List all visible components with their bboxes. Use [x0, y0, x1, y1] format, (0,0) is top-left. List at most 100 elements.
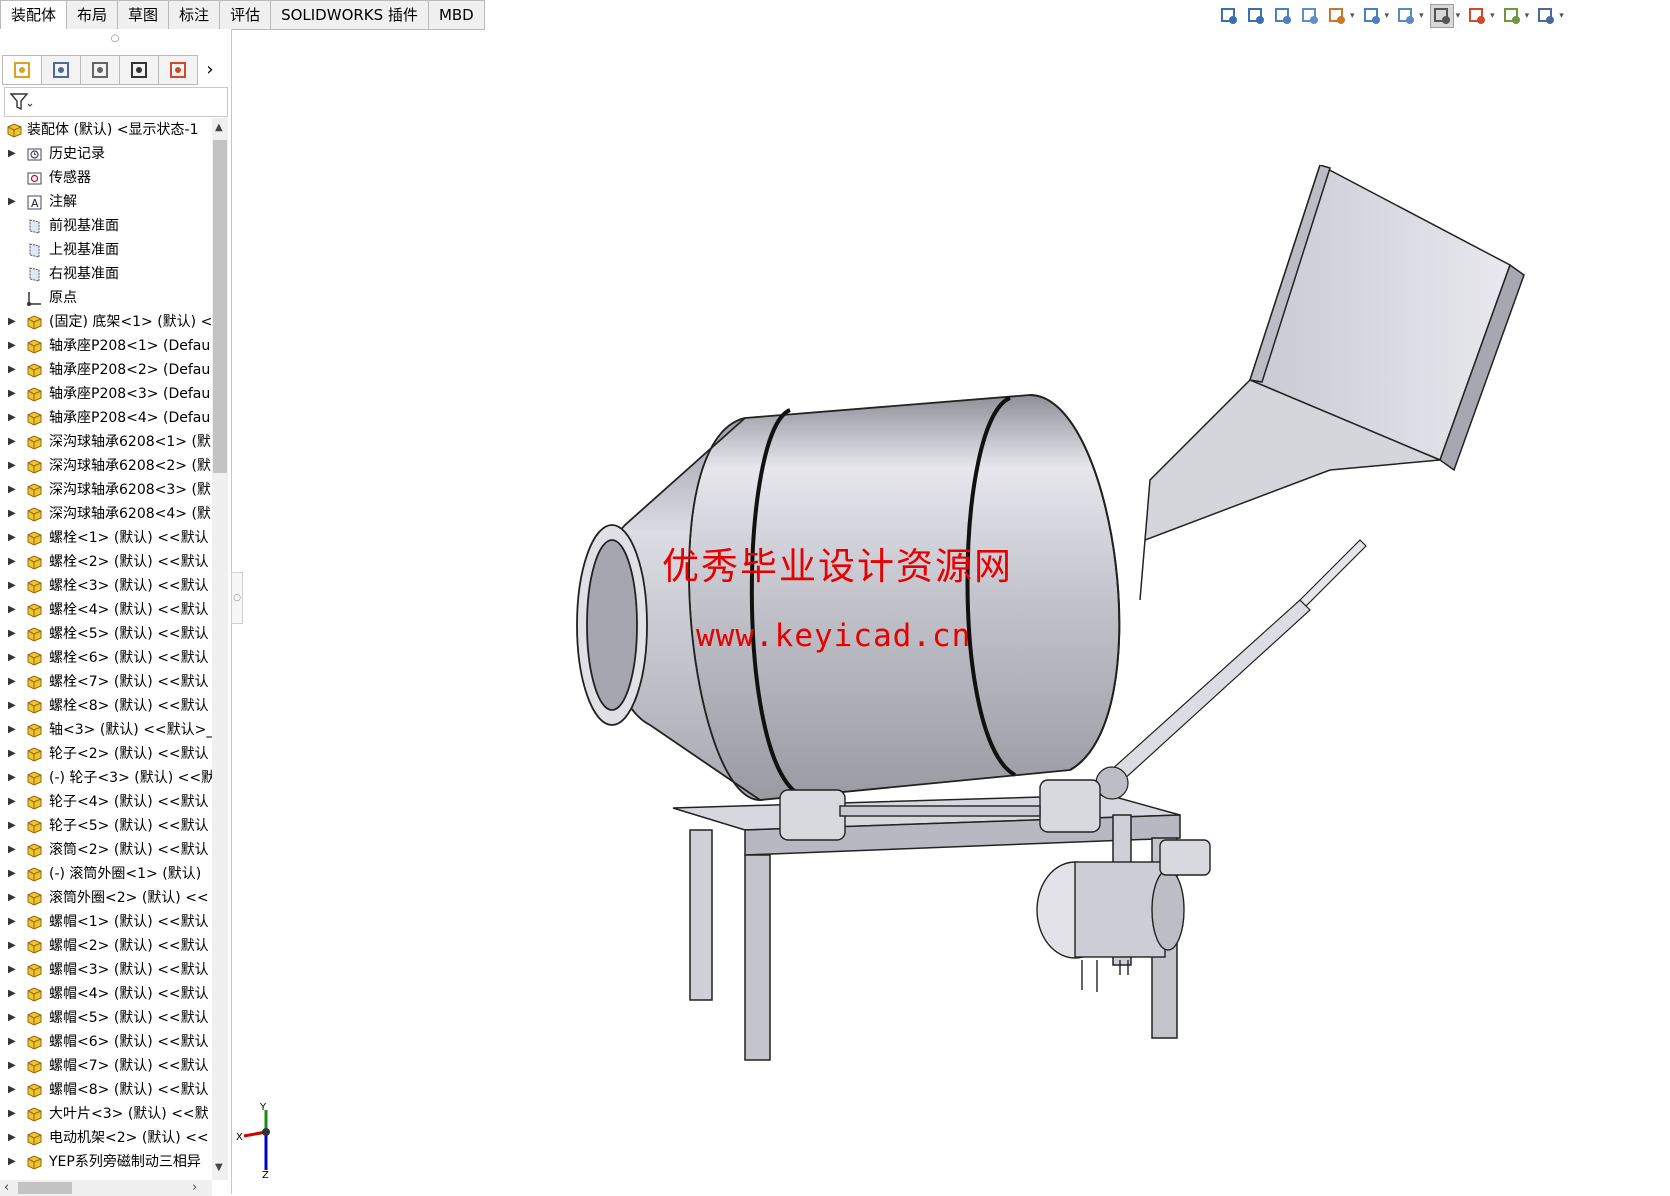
dynamic-annotation-icon[interactable] [1326, 5, 1348, 27]
tree-item[interactable]: ▶ 螺栓<4> (默认) <<默认 [0, 598, 212, 622]
tree-item[interactable]: ▶ 电动机架<2> (默认) << [0, 1126, 212, 1150]
expand-arrow-icon[interactable]: ▶ [8, 406, 16, 430]
tree-item[interactable]: ▶ 轴<3> (默认) <<默认>_ [0, 718, 212, 742]
tree-item[interactable]: ▶ 螺帽<5> (默认) <<默认 [0, 1006, 212, 1030]
expand-arrow-icon[interactable]: ▶ [8, 790, 16, 814]
horizontal-scroll-thumb[interactable] [18, 1182, 72, 1194]
expand-arrow-icon[interactable]: ▶ [8, 334, 16, 358]
expand-arrow-icon[interactable]: ▶ [8, 886, 16, 910]
tree-item[interactable]: ▶ 螺栓<8> (默认) <<默认 [0, 694, 212, 718]
expand-arrow-icon[interactable]: ▶ [8, 622, 16, 646]
tree-item[interactable]: ▶ 螺栓<6> (默认) <<默认 [0, 646, 212, 670]
tree-root-assembly[interactable]: 装配体 (默认) <显示状态-1 [0, 118, 212, 142]
zoom-to-area-icon[interactable] [1245, 5, 1267, 27]
expand-arrow-icon[interactable]: ▶ [8, 862, 16, 886]
filter-bar[interactable] [4, 87, 228, 117]
expand-arrow-icon[interactable]: ▶ [8, 670, 16, 694]
expand-arrow-icon[interactable]: ▶ [8, 766, 16, 790]
tree-item[interactable]: ▶ 螺帽<7> (默认) <<默认 [0, 1054, 212, 1078]
tree-item[interactable]: 前视基准面 [0, 214, 212, 238]
expand-arrow-icon[interactable]: ▶ [8, 1102, 16, 1126]
tree-item[interactable]: ▶ YEP系列旁磁制动三相异 [0, 1150, 212, 1174]
expand-arrow-icon[interactable]: ▶ [8, 694, 16, 718]
expand-arrow-icon[interactable]: ▶ [8, 718, 16, 742]
tree-item[interactable]: ▶ 深沟球轴承6208<1> (默 [0, 430, 212, 454]
more-tabs-chevron-icon[interactable]: › [198, 55, 222, 83]
tab-1[interactable]: 布局 [67, 0, 119, 30]
apply-scene-icon[interactable] [1501, 5, 1523, 27]
display-style-icon[interactable] [1395, 5, 1417, 27]
tree-item[interactable]: 上视基准面 [0, 238, 212, 262]
tree-item[interactable]: ▶ 螺栓<5> (默认) <<默认 [0, 622, 212, 646]
tree-item[interactable]: ▶ 螺帽<8> (默认) <<默认 [0, 1078, 212, 1102]
tab-4[interactable]: 评估 [220, 0, 272, 30]
tree-item[interactable]: ▶ 螺栓<7> (默认) <<默认 [0, 670, 212, 694]
vertical-scroll-thumb[interactable] [213, 140, 227, 473]
hide-show-items-icon[interactable] [1429, 4, 1454, 28]
displaymanager-tab[interactable] [159, 55, 198, 85]
expand-arrow-icon[interactable]: ▶ [8, 1150, 16, 1174]
tree-item[interactable]: ▶ 大叶片<3> (默认) <<默 [0, 1102, 212, 1126]
expand-arrow-icon[interactable]: ▶ [8, 526, 16, 550]
tree-item[interactable]: ▶ 轴承座P208<2> (Defau [0, 358, 212, 382]
tree-item[interactable]: ▶ 深沟球轴承6208<3> (默 [0, 478, 212, 502]
expand-arrow-icon[interactable]: ▶ [8, 958, 16, 982]
tab-0[interactable]: 装配体 [0, 0, 68, 30]
filter-icon[interactable] [9, 92, 33, 112]
tree-item[interactable]: 传感器 [0, 166, 212, 190]
zoom-to-fit-icon[interactable] [1218, 5, 1240, 27]
dropdown-caret-icon[interactable]: ▾ [1525, 11, 1530, 21]
tree-item[interactable]: ▶ 深沟球轴承6208<2> (默 [0, 454, 212, 478]
propertymanager-tab[interactable] [42, 55, 81, 85]
panel-grip[interactable]: ○ [0, 29, 230, 49]
expand-arrow-icon[interactable]: ▶ [8, 742, 16, 766]
featuremanager-tab[interactable] [2, 55, 42, 85]
tree-item[interactable]: ▶ (-) 轮子<3> (默认) <<默 [0, 766, 212, 790]
tree-item[interactable]: ▶ 轮子<4> (默认) <<默认 [0, 790, 212, 814]
tree-item[interactable]: ▶ 螺帽<3> (默认) <<默认 [0, 958, 212, 982]
tree-item[interactable]: ▶ 轴承座P208<3> (Defau [0, 382, 212, 406]
tab-3[interactable]: 标注 [169, 0, 221, 30]
expand-arrow-icon[interactable]: ▶ [8, 598, 16, 622]
panel-splitter[interactable]: ○ [231, 572, 243, 624]
expand-arrow-icon[interactable]: ▶ [8, 910, 16, 934]
dropdown-caret-icon[interactable]: ▾ [1490, 11, 1495, 21]
scroll-up-icon[interactable]: ▲ [215, 122, 223, 133]
dropdown-caret-icon[interactable]: ▾ [1385, 11, 1390, 21]
tree-item[interactable]: 右视基准面 [0, 262, 212, 286]
tree-item[interactable]: ▶ 螺帽<2> (默认) <<默认 [0, 934, 212, 958]
previous-view-icon[interactable] [1272, 5, 1294, 27]
expand-arrow-icon[interactable]: ▶ [8, 454, 16, 478]
expand-arrow-icon[interactable]: ▶ [8, 358, 16, 382]
tree-item[interactable]: 原点 [0, 286, 212, 310]
tree-item[interactable]: ▶ 螺栓<3> (默认) <<默认 [0, 574, 212, 598]
tree-item[interactable]: ▶ 轮子<2> (默认) <<默认 [0, 742, 212, 766]
edit-appearance-icon[interactable] [1466, 5, 1488, 27]
expand-arrow-icon[interactable]: ▶ [8, 838, 16, 862]
tree-item[interactable]: ▶ 深沟球轴承6208<4> (默 [0, 502, 212, 526]
tree-item[interactable]: ▶ A 注解 [0, 190, 212, 214]
tree-item[interactable]: ▶ 轴承座P208<1> (Defau [0, 334, 212, 358]
dropdown-caret-icon[interactable]: ▾ [1559, 11, 1564, 21]
configurationmanager-tab[interactable] [81, 55, 120, 85]
expand-arrow-icon[interactable]: ▶ [8, 1054, 16, 1078]
view-settings-icon[interactable] [1535, 5, 1557, 27]
tree-item[interactable]: ▶ 螺帽<6> (默认) <<默认 [0, 1030, 212, 1054]
dimxpertmanager-tab[interactable] [120, 55, 159, 85]
scroll-down-icon[interactable]: ▼ [215, 1162, 223, 1173]
expand-arrow-icon[interactable]: ▶ [8, 982, 16, 1006]
expand-arrow-icon[interactable]: ▶ [8, 1078, 16, 1102]
tree-item[interactable]: ▶ 滚筒外圈<2> (默认) << [0, 886, 212, 910]
dropdown-caret-icon[interactable]: ▾ [1350, 11, 1355, 21]
tab-6[interactable]: MBD [428, 0, 485, 30]
tree-item[interactable]: ▶ 轴承座P208<4> (Defau [0, 406, 212, 430]
expand-arrow-icon[interactable]: ▶ [8, 574, 16, 598]
expand-arrow-icon[interactable]: ▶ [8, 478, 16, 502]
view-orientation-icon[interactable] [1361, 5, 1383, 27]
tree-item[interactable]: ▶ 螺帽<4> (默认) <<默认 [0, 982, 212, 1006]
tree-item[interactable]: ▶ (固定) 底架<1> (默认) < [0, 310, 212, 334]
tree-item[interactable]: ▶ 历史记录 [0, 142, 212, 166]
expand-arrow-icon[interactable]: ▶ [8, 430, 16, 454]
expand-arrow-icon[interactable]: ▶ [8, 646, 16, 670]
expand-arrow-icon[interactable]: ▶ [8, 1126, 16, 1150]
